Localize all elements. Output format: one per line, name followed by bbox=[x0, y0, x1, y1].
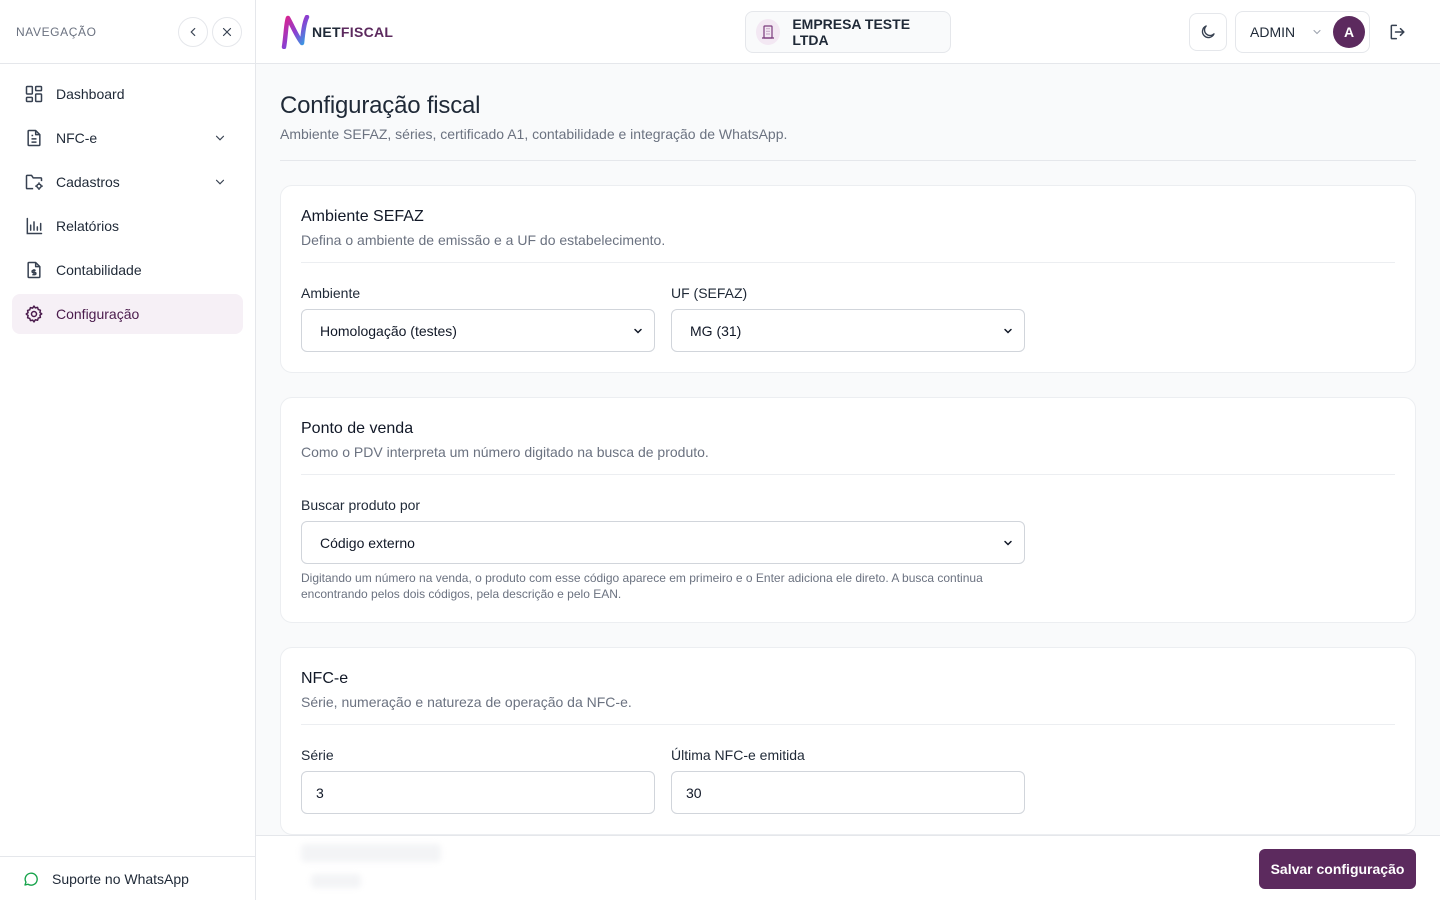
ambiente-value: Homologação (testes) bbox=[320, 322, 457, 339]
chevron-down-icon bbox=[1004, 328, 1012, 334]
pdv-card-description: Como o PDV interpreta um número digitado… bbox=[301, 444, 1395, 475]
blurred-content bbox=[311, 874, 361, 888]
moon-icon bbox=[1201, 25, 1215, 39]
sidebar: NAVEGAÇÃO Dashboard NFC-e Cadastros Rela… bbox=[0, 0, 256, 900]
document-icon bbox=[24, 128, 44, 148]
sidebar-item-relatorios[interactable]: Relatórios bbox=[12, 206, 243, 246]
save-footer-bar: Salvar configuração bbox=[256, 835, 1440, 900]
pdv-card: Ponto de venda Como o PDV interpreta um … bbox=[280, 397, 1416, 623]
chevron-down-icon bbox=[215, 179, 225, 185]
page-subtitle: Ambiente SEFAZ, séries, certificado A1, … bbox=[280, 126, 1416, 161]
buscar-produto-select[interactable]: Código externo bbox=[301, 521, 1025, 564]
whatsapp-support-label: Suporte no WhatsApp bbox=[52, 870, 189, 887]
main-content: Configuração fiscal Ambiente SEFAZ, séri… bbox=[256, 64, 1440, 835]
ambiente-label: Ambiente bbox=[301, 285, 361, 301]
user-menu[interactable]: ADMIN A bbox=[1235, 11, 1370, 53]
dashboard-icon bbox=[24, 84, 44, 104]
sidebar-item-contabilidade[interactable]: Contabilidade bbox=[12, 250, 243, 290]
logout-button[interactable] bbox=[1386, 20, 1410, 44]
serie-input[interactable]: 3 bbox=[301, 771, 655, 814]
sidebar-item-label: Cadastros bbox=[56, 174, 120, 190]
sidebar-item-label: Configuração bbox=[56, 306, 140, 322]
sidebar-item-label: Contabilidade bbox=[56, 262, 142, 278]
sidebar-item-configuracao[interactable]: Configuração bbox=[12, 294, 243, 334]
building-icon bbox=[756, 19, 781, 45]
nfce-card-description: Série, numeração e natureza de operação … bbox=[301, 694, 1395, 725]
collapse-sidebar-button[interactable] bbox=[178, 16, 208, 47]
gear-icon bbox=[24, 304, 44, 324]
logo-text: NETFISCAL bbox=[312, 24, 393, 40]
uf-select[interactable]: MG (31) bbox=[671, 309, 1025, 352]
sidebar-header: NAVEGAÇÃO bbox=[0, 0, 255, 64]
ambiente-field: Ambiente Homologação (testes) bbox=[301, 285, 655, 352]
ambiente-select[interactable]: Homologação (testes) bbox=[301, 309, 655, 352]
netfiscal-logo[interactable]: NETFISCAL bbox=[280, 15, 393, 49]
uf-field: UF (SEFAZ) MG (31) bbox=[671, 285, 1025, 352]
chevron-down-icon bbox=[215, 135, 225, 141]
logo-text-fiscal: FISCAL bbox=[340, 24, 394, 40]
nfce-card: NFC-e Série, numeração e natureza de ope… bbox=[280, 647, 1416, 835]
avatar: A bbox=[1333, 16, 1365, 48]
company-name: EMPRESA TESTE LTDA bbox=[792, 16, 911, 48]
serie-field: Série 3 bbox=[301, 747, 655, 814]
sidebar-item-label: NFC-e bbox=[56, 130, 98, 146]
sidebar-item-label: Dashboard bbox=[56, 86, 125, 102]
close-icon bbox=[222, 27, 232, 36]
page-title: Configuração fiscal bbox=[280, 92, 481, 119]
logout-icon bbox=[1390, 24, 1405, 40]
whatsapp-icon bbox=[22, 870, 40, 888]
theme-toggle-button[interactable] bbox=[1189, 13, 1227, 51]
sidebar-item-label: Relatórios bbox=[56, 218, 120, 234]
chevron-down-icon bbox=[1311, 26, 1323, 38]
user-name: ADMIN bbox=[1250, 24, 1296, 40]
sefaz-card: Ambiente SEFAZ Defina o ambiente de emis… bbox=[280, 185, 1416, 373]
sefaz-card-title: Ambiente SEFAZ bbox=[301, 208, 424, 225]
sidebar-item-cadastros[interactable]: Cadastros bbox=[12, 162, 243, 202]
topbar: NETFISCAL EMPRESA TESTE LTDA ADMIN A bbox=[256, 0, 1440, 64]
company-selector[interactable]: EMPRESA TESTE LTDA bbox=[745, 11, 951, 53]
folder-gear-icon bbox=[24, 172, 44, 192]
buscar-produto-value: Código externo bbox=[320, 534, 415, 551]
chevron-down-icon bbox=[634, 328, 642, 334]
bar-chart-icon bbox=[24, 216, 44, 236]
blurred-content bbox=[301, 844, 441, 862]
buscar-produto-label: Buscar produto por bbox=[301, 497, 421, 513]
serie-label: Série bbox=[301, 747, 334, 763]
close-sidebar-button[interactable] bbox=[212, 16, 242, 47]
buscar-produto-help: Digitando um número na venda, o produto … bbox=[301, 571, 983, 601]
chevron-left-icon bbox=[190, 27, 196, 36]
file-dollar-icon bbox=[24, 260, 44, 280]
pdv-card-title: Ponto de venda bbox=[301, 420, 414, 437]
uf-value: MG (31) bbox=[690, 322, 742, 339]
save-button[interactable]: Salvar configuração bbox=[1259, 849, 1416, 889]
buscar-produto-field: Buscar produto por Código externo Digita… bbox=[301, 497, 1025, 602]
logo-mark-icon bbox=[281, 15, 310, 49]
nfce-card-title: NFC-e bbox=[301, 670, 349, 687]
sidebar-item-dashboard[interactable]: Dashboard bbox=[12, 74, 243, 114]
sefaz-card-description: Defina o ambiente de emissão e a UF do e… bbox=[301, 232, 1395, 263]
ultima-nfce-input[interactable]: 30 bbox=[671, 771, 1025, 814]
whatsapp-support-link[interactable]: Suporte no WhatsApp bbox=[0, 856, 255, 900]
sidebar-title: NAVEGAÇÃO bbox=[16, 24, 97, 39]
logo-text-net: NET bbox=[312, 24, 341, 40]
sidebar-item-nfce[interactable]: NFC-e bbox=[12, 118, 243, 158]
chevron-down-icon bbox=[1004, 540, 1012, 546]
ultima-nfce-label: Última NFC-e emitida bbox=[671, 747, 805, 763]
uf-label: UF (SEFAZ) bbox=[671, 285, 748, 301]
sidebar-nav: Dashboard NFC-e Cadastros Relatórios Con… bbox=[0, 64, 255, 348]
ultima-nfce-field: Última NFC-e emitida 30 bbox=[671, 747, 1025, 814]
